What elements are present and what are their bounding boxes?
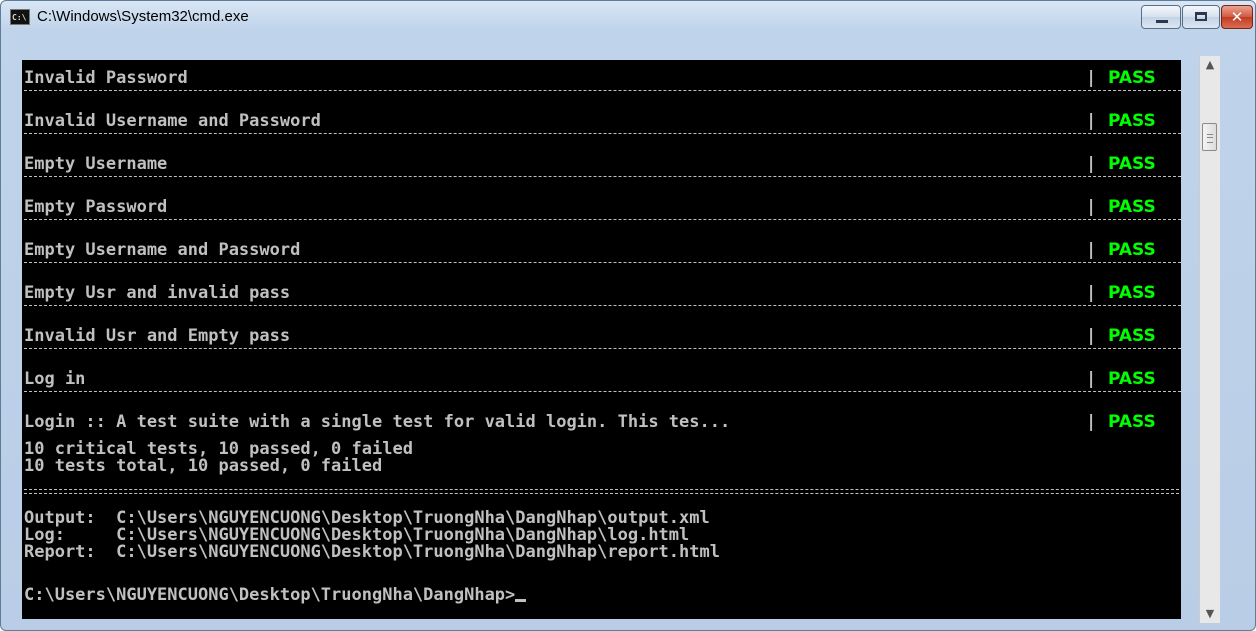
command-prompt[interactable]: C:\Users\NGUYENCUONG\Desktop\TruongNha\D… xyxy=(24,585,527,605)
column-separator: | xyxy=(1086,68,1097,88)
row-divider xyxy=(24,133,1181,134)
row-divider xyxy=(24,90,1181,91)
row-divider xyxy=(24,262,1181,263)
maximize-button[interactable] xyxy=(1182,5,1220,29)
close-icon: ✕ xyxy=(1230,8,1244,26)
scrollbar-thumb[interactable] xyxy=(1202,123,1217,151)
column-separator: | xyxy=(1180,154,1181,174)
cmd-app-icon[interactable]: C:\ xyxy=(10,9,30,25)
column-separator: | xyxy=(1180,412,1181,432)
row-divider xyxy=(24,391,1181,392)
column-separator: | xyxy=(1086,154,1097,174)
prompt-text: C:\Users\NGUYENCUONG\Desktop\TruongNha\D… xyxy=(24,585,516,605)
column-separator: | xyxy=(1086,283,1097,303)
column-separator: | xyxy=(1086,197,1097,217)
column-separator: | xyxy=(1180,326,1181,346)
column-separator: | xyxy=(1180,240,1181,260)
status-badge: PASS xyxy=(1108,197,1156,217)
column-separator: | xyxy=(1180,68,1181,88)
test-name: Empty Username xyxy=(24,154,168,174)
row-divider xyxy=(24,219,1181,220)
test-name: Empty Username and Password xyxy=(24,240,301,260)
row-divider xyxy=(24,305,1181,306)
title-bar[interactable]: C:\ C:\Windows\System32\cmd.exe ✕ xyxy=(1,1,1255,35)
status-badge: PASS xyxy=(1108,412,1156,432)
status-badge: PASS xyxy=(1108,283,1156,303)
test-name: Invalid Username and Password xyxy=(24,111,321,131)
test-name: Invalid Password xyxy=(24,68,188,88)
double-separator-bottom xyxy=(24,493,1179,494)
status-badge: PASS xyxy=(1108,111,1156,131)
column-separator: | xyxy=(1086,326,1097,346)
status-badge: PASS xyxy=(1108,240,1156,260)
row-divider xyxy=(24,348,1181,349)
row-divider xyxy=(24,176,1181,177)
minimize-button[interactable] xyxy=(1141,5,1181,29)
console-output[interactable]: Invalid Password | PASS | Invalid Username a… xyxy=(22,60,1181,619)
column-separator: | xyxy=(1180,197,1181,217)
test-name: Log in xyxy=(24,369,86,389)
column-separator: | xyxy=(1086,369,1097,389)
text-cursor xyxy=(515,599,527,602)
test-name: Empty Usr and invalid pass xyxy=(24,283,291,303)
test-name: Login :: A test suite with a single test… xyxy=(24,412,731,432)
column-separator: | xyxy=(1180,369,1181,389)
column-separator: | xyxy=(1086,111,1097,131)
minimize-icon xyxy=(1156,20,1168,23)
status-badge: PASS xyxy=(1108,68,1156,88)
column-separator: | xyxy=(1180,111,1181,131)
close-button[interactable]: ✕ xyxy=(1221,5,1253,29)
report-path: Report: C:\Users\NGUYENCUONG\Desktop\Tru… xyxy=(24,542,720,562)
maximize-icon xyxy=(1195,12,1207,21)
column-separator: | xyxy=(1086,240,1097,260)
status-badge: PASS xyxy=(1108,326,1156,346)
test-name: Invalid Usr and Empty pass xyxy=(24,326,291,346)
test-name: Empty Password xyxy=(24,197,168,217)
scroll-up-arrow-icon[interactable]: ▲ xyxy=(1200,56,1220,74)
status-badge: PASS xyxy=(1108,369,1156,389)
status-badge: PASS xyxy=(1108,154,1156,174)
double-separator-top xyxy=(24,489,1179,490)
column-separator: | xyxy=(1086,412,1097,432)
column-separator: | xyxy=(1180,283,1181,303)
summary-total: 10 tests total, 10 passed, 0 failed xyxy=(24,456,383,476)
window-title: C:\Windows\System32\cmd.exe xyxy=(37,8,249,25)
scroll-down-arrow-icon[interactable]: ▼ xyxy=(1200,605,1220,623)
grip-icon xyxy=(1207,134,1213,143)
vertical-scrollbar[interactable]: ▲ ▼ xyxy=(1199,56,1220,623)
cmd-window: C:\ C:\Windows\System32\cmd.exe ✕ Invali… xyxy=(0,0,1256,631)
